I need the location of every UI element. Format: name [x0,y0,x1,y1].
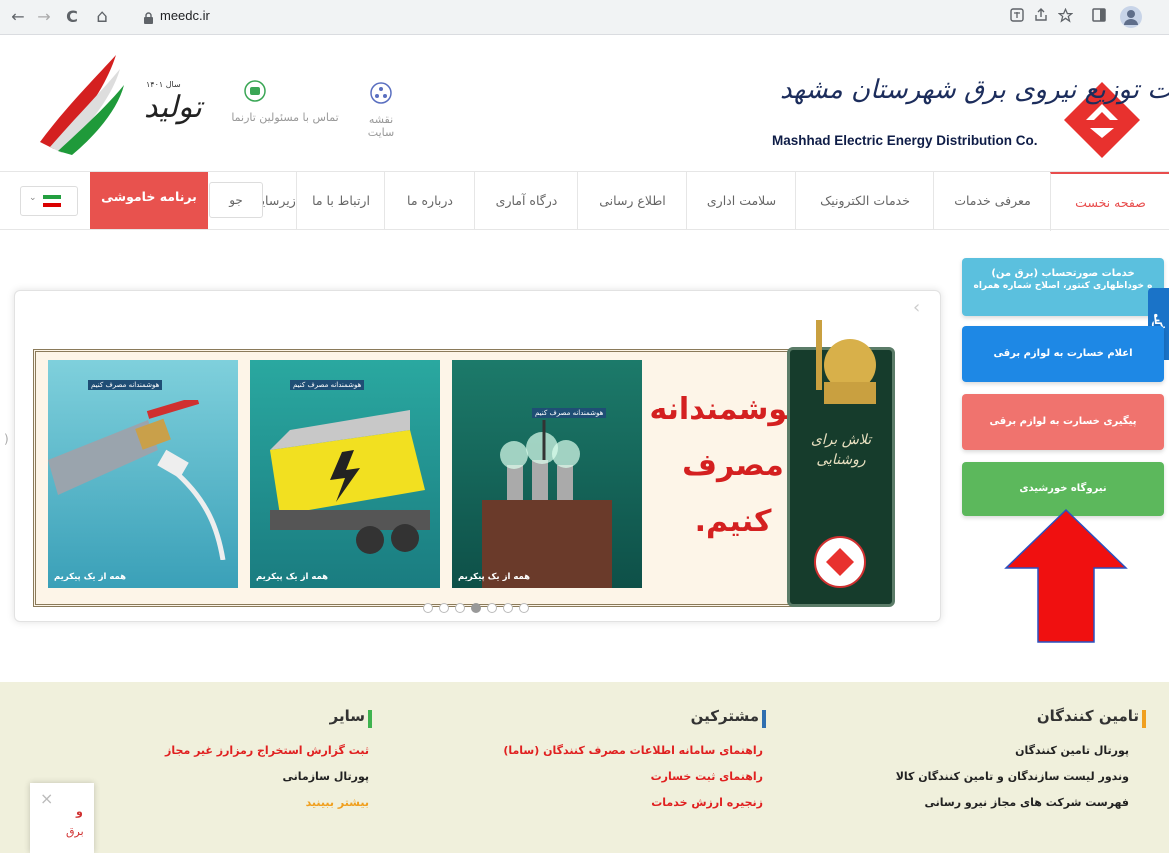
footer-link[interactable]: زنجیره ارزش خدمات [651,796,763,809]
translate-icon[interactable] [1008,8,1026,26]
damage-report-button[interactable]: اعلام خسارت به لوازم برقی [962,326,1164,382]
slogan: هوشمندانه مصرف کنیم. [649,382,808,550]
notification-popup[interactable]: × و برق [30,783,94,853]
pipe-plug-icon [48,400,226,560]
slogan-line-3: کنیم. [694,504,772,539]
poster-tag: هوشمندانه مصرف کنیم [532,408,607,418]
shrine-dome-icon [816,320,876,404]
footer-link[interactable]: راهنمای ثبت خسارت [651,770,763,783]
footer-link[interactable]: پورتال سازمانی [283,770,369,783]
star-icon[interactable] [1056,7,1074,26]
slogan-line-1: هوشمندانه [649,392,808,427]
forward-button[interactable]: → [34,7,54,27]
poster-tag: هوشمندانه مصرف کنیم [88,380,163,390]
poster-powerplant: هوشمندانه مصرف کنیم همه از یک پیکریم [452,360,642,588]
footer-link[interactable]: پورتال تامین کنندگان [1015,744,1129,757]
footer-title-suppliers: تامین کنندگان [1036,707,1139,725]
billing-services-button[interactable]: خدمات صورتحساب (برق من) ه خوداظهاری کنتو… [962,258,1164,316]
footer-bar [1142,710,1146,728]
footer-link-more[interactable]: بیشتر ببینید [306,796,369,809]
poster-battery: هوشمندانه مصرف کنیم همه از یک پیکریم [250,360,440,588]
nav-item-admin-health[interactable]: سلامت اداری [686,172,796,229]
slider-dot[interactable] [423,603,433,613]
nav-item-contact[interactable]: ارتباط با ما [296,172,385,229]
chevron-down-icon: ⌄ [29,193,37,203]
emblem-icon [814,536,866,588]
url-text: meedc.ir [160,8,210,23]
footer-title-other: سایر [329,707,365,725]
share-icon[interactable] [1032,8,1050,26]
site-header: شرکت توزیع نیروی برق شهرستان مشهد Mashha… [0,35,1169,170]
slide[interactable]: هوشمندانه مصرف کنیم همه از یک پیکریم هوش… [33,349,835,607]
nav-item-about[interactable]: درباره ما [384,172,475,229]
nav-item-e-services[interactable]: خدمات الکترونیک [795,172,934,229]
footer-bar [368,710,372,728]
powerplant-icon [482,420,612,588]
footer-link[interactable]: ثبت گزارش استخراج رمزارز غیر مجاز [165,744,369,757]
poster-caption: همه از یک پیکریم [256,572,329,582]
nav-item-news[interactable]: اطلاع رسانی [577,172,687,229]
slider-prev-arrow[interactable]: ‹ [913,297,920,318]
slider-dot[interactable] [503,603,513,613]
poster-pipe: هوشمندانه مصرف کنیم همه از یک پیکریم [48,360,238,588]
sitemap-icon[interactable] [370,82,392,104]
slider-dot[interactable] [487,603,497,613]
search-input[interactable]: جو [209,182,263,218]
year-slogan-logo: تولید سال ۱۴۰۱ [36,47,206,157]
slider-dot-active[interactable] [471,603,481,613]
slider-dot[interactable] [455,603,465,613]
billing-services-sub: ه خوداظهاری کنتور، اصلاح شماره همراه [973,281,1153,291]
footer-title-subscribers: مشترکین [690,707,759,725]
company-name-en: Mashhad Electric Energy Distribution Co. [772,133,1038,148]
banner-slider: ‹ هوشمندانه مصرف کنیم همه از یک پیکریم ه… [14,290,941,622]
footer-link[interactable]: راهنمای سامانه اطلاعات مصرف کنندگان (سام… [503,744,763,757]
footer-link[interactable]: وندور لیست سازندگان و تامین کنندگان کالا [896,770,1129,783]
red-arrow-annotation [1004,508,1128,644]
popup-text-2: برق [66,825,84,838]
footer-link[interactable]: فهرست شرکت های مجاز نیرو رسانی [925,796,1130,809]
slider-dot[interactable] [439,603,449,613]
shrine-text: تلاش برای روشنایی [810,432,872,468]
poster-caption: همه از یک پیکریم [54,572,127,582]
sidepanel-icon[interactable] [1090,8,1108,26]
popup-text-1: و [76,805,83,818]
damage-followup-button[interactable]: پیگیری خسارت به لوازم برقی [962,394,1164,450]
reload-button[interactable]: C [62,7,82,27]
lock-icon [144,9,153,24]
poster-caption: همه از یک پیکریم [458,572,531,582]
iran-flag-icon [43,195,61,207]
browser-toolbar: ← → C ⌂ meedc.ir [0,0,1169,35]
profile-icon[interactable] [1120,6,1142,28]
shrine-poster: تلاش برای روشنایی [787,320,895,607]
slider-dot[interactable] [519,603,529,613]
address-bar[interactable]: meedc.ir [134,4,964,29]
svg-text:تولید: تولید [144,90,204,125]
battery-truck-icon [270,410,430,554]
footer-bar [762,710,766,728]
slogan-line-2: مصرف [682,448,784,483]
sitemap-link[interactable]: نقشه سایت [356,113,406,139]
shutdown-schedule-button[interactable]: برنامه خاموشی [90,172,208,229]
nav-item-services[interactable]: معرفی خدمات [933,172,1051,229]
billing-services-label: خدمات صورتحساب (برق من) [991,268,1135,279]
main-nav: صفحه نخست معرفی خدمات خدمات الکترونیک سل… [0,171,1169,231]
footer: تامین کنندگان پورتال تامین کنندگان وندور… [0,682,1169,853]
nav-item-home[interactable]: صفحه نخست [1050,172,1169,231]
slider-edge-arrow-icon[interactable]: ) [4,432,9,446]
contact-icon[interactable] [244,80,266,102]
back-button[interactable]: ← [8,7,28,27]
nav-item-statistics[interactable]: درگاه آماری [474,172,578,229]
home-button[interactable]: ⌂ [92,7,112,27]
company-name-fa: شرکت توزیع نیروی برق شهرستان مشهد [780,75,1169,105]
contact-link[interactable]: تماس با مسئولین تارنما [220,111,350,124]
close-icon[interactable]: × [40,789,53,808]
language-select[interactable]: ⌄ [20,186,78,216]
poster-tag: هوشمندانه مصرف کنیم [290,380,365,390]
svg-text:سال ۱۴۰۱: سال ۱۴۰۱ [146,80,181,89]
